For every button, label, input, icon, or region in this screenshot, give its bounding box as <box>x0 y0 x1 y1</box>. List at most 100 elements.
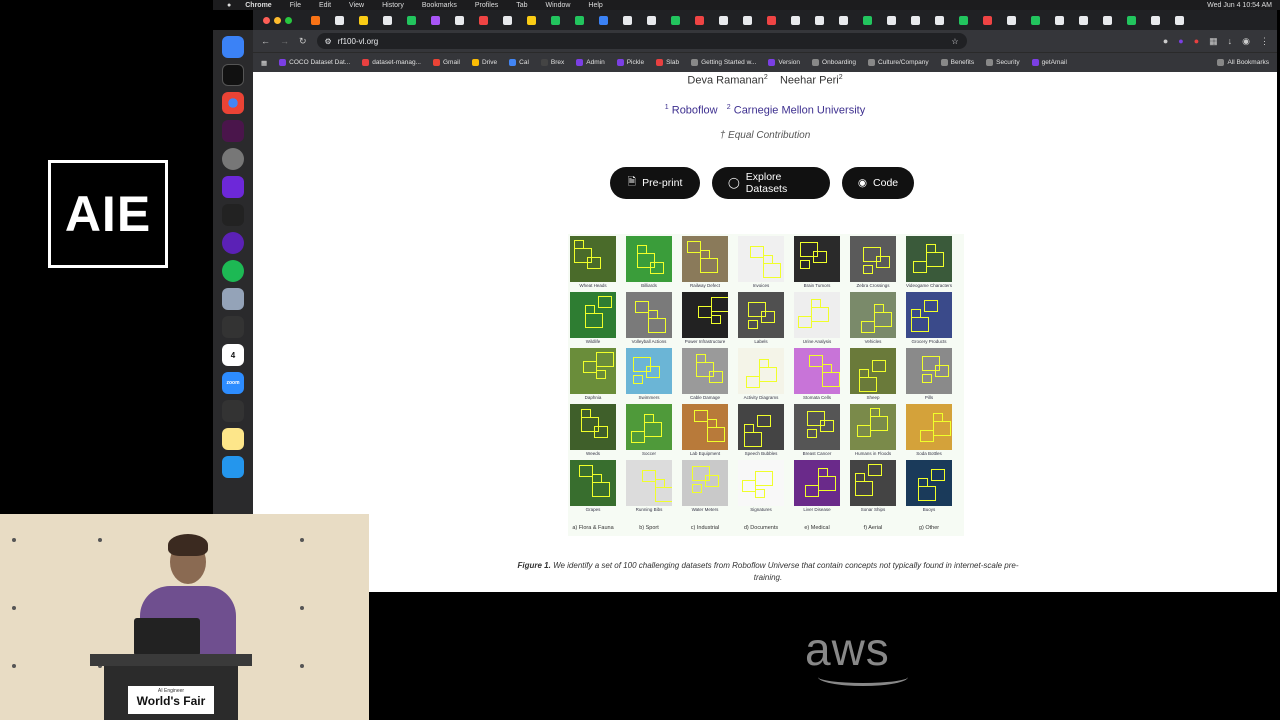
browser-tab[interactable] <box>666 13 684 27</box>
menu-bookmarks[interactable]: Bookmarks <box>422 2 457 9</box>
browser-tab[interactable] <box>906 13 924 27</box>
browser-tab[interactable] <box>570 13 588 27</box>
browser-tab[interactable] <box>1026 13 1044 27</box>
extension-icon[interactable]: ● <box>1163 36 1168 47</box>
browser-tab[interactable] <box>402 13 420 27</box>
browser-tab[interactable] <box>354 13 372 27</box>
browser-tab[interactable] <box>474 13 492 27</box>
browser-tab[interactable] <box>618 13 636 27</box>
affil-roboflow[interactable]: Roboflow <box>672 105 718 117</box>
browser-tab[interactable] <box>642 13 660 27</box>
preview-icon[interactable] <box>222 288 244 310</box>
browser-tab[interactable] <box>426 13 444 27</box>
bookmark-item[interactable]: dataset-manag... <box>362 59 421 66</box>
browser-tab[interactable] <box>1098 13 1116 27</box>
address-bar[interactable]: ⚙ rf100-vl.org ☆ <box>316 33 967 49</box>
menu-chrome[interactable]: Chrome <box>245 2 271 9</box>
browser-tab[interactable] <box>762 13 780 27</box>
browser-tab[interactable] <box>690 13 708 27</box>
browser-tab[interactable] <box>1146 13 1164 27</box>
app-violet-icon[interactable] <box>222 232 244 254</box>
menu-tab[interactable]: Tab <box>516 2 527 9</box>
bookmark-item[interactable]: Benefits <box>940 59 974 66</box>
explore-datasets-button[interactable]: ◯ Explore Datasets <box>712 167 830 199</box>
bookmark-item[interactable]: Culture/Company <box>868 59 929 66</box>
finder-icon[interactable] <box>222 36 244 58</box>
menu-help[interactable]: Help <box>588 2 602 9</box>
terminal-icon[interactable] <box>222 64 244 86</box>
menu-window[interactable]: Window <box>546 2 571 9</box>
site-info-icon[interactable]: ⚙ <box>325 37 332 46</box>
extension-icon[interactable]: ● <box>1178 36 1183 47</box>
maximize-window-icon[interactable] <box>285 16 292 24</box>
bookmark-item[interactable]: COCO Dataset Dat... <box>279 59 350 66</box>
app-purple-icon[interactable] <box>222 176 244 198</box>
browser-tab[interactable] <box>594 13 612 27</box>
extension-icon[interactable]: ● <box>1194 36 1199 47</box>
bookmark-item[interactable]: Cal <box>509 59 529 66</box>
all-bookmarks-link[interactable]: All Bookmarks <box>1217 59 1269 66</box>
browser-tab[interactable] <box>1074 13 1092 27</box>
puzzle-icon[interactable]: ▦ <box>1209 36 1218 47</box>
bookmark-item[interactable]: Drive <box>471 59 497 66</box>
zoom-icon[interactable]: zoom <box>222 372 244 394</box>
forward-icon[interactable]: → <box>280 36 289 46</box>
docker-icon[interactable] <box>222 456 244 478</box>
menu-view[interactable]: View <box>349 2 364 9</box>
bookmark-item[interactable]: getAmail <box>1031 59 1067 66</box>
browser-tab[interactable] <box>738 13 756 27</box>
bookmark-item[interactable]: Pickle <box>616 59 644 66</box>
bookmark-item[interactable]: Security <box>986 59 1020 66</box>
browser-tab[interactable] <box>786 13 804 27</box>
browser-tab[interactable] <box>522 13 540 27</box>
browser-tab[interactable] <box>546 13 564 27</box>
apple-icon[interactable]: ● <box>227 2 231 9</box>
star-icon[interactable]: ☆ <box>951 37 958 46</box>
close-window-icon[interactable] <box>263 16 270 24</box>
browser-tab[interactable] <box>978 13 996 27</box>
notes-icon[interactable] <box>222 428 244 450</box>
minimize-window-icon[interactable] <box>274 16 281 24</box>
slack-icon[interactable] <box>222 120 244 142</box>
menu-edit[interactable]: Edit <box>319 2 331 9</box>
browser-tab[interactable] <box>306 13 324 27</box>
menu-kebab-icon[interactable]: ⋮ <box>1260 36 1269 47</box>
browser-tab[interactable] <box>1002 13 1020 27</box>
browser-tab[interactable] <box>882 13 900 27</box>
browser-tab[interactable] <box>1122 13 1140 27</box>
code-button[interactable]: ◉ Code <box>842 167 914 199</box>
bookmark-item[interactable]: Slab <box>656 59 679 66</box>
bookmark-item[interactable]: Getting Started w... <box>691 59 756 66</box>
apps-icon[interactable]: ▦ <box>261 59 267 67</box>
bookmark-item[interactable]: Brex <box>540 59 564 66</box>
browser-tab[interactable] <box>1170 13 1188 27</box>
browser-tab[interactable] <box>1050 13 1068 27</box>
back-icon[interactable]: ← <box>261 36 270 46</box>
bookmark-item[interactable]: Onboarding <box>812 59 856 66</box>
app-dark-icon[interactable] <box>222 316 244 338</box>
browser-tab[interactable] <box>330 13 348 27</box>
affil-cmu[interactable]: Carnegie Mellon University <box>734 105 865 117</box>
bookmark-item[interactable]: Admin <box>576 59 605 66</box>
bookmark-item[interactable]: Gmail <box>432 59 460 66</box>
menu-profiles[interactable]: Profiles <box>475 2 498 9</box>
browser-tab[interactable] <box>954 13 972 27</box>
browser-tab[interactable] <box>930 13 948 27</box>
browser-tab[interactable] <box>714 13 732 27</box>
download-icon[interactable]: ↓ <box>1228 36 1233 47</box>
spotify-icon[interactable] <box>222 260 244 282</box>
calendar-icon[interactable]: 4 <box>222 344 244 366</box>
menu-file[interactable]: File <box>290 2 301 9</box>
browser-tab[interactable] <box>858 13 876 27</box>
settings-icon[interactable] <box>222 148 244 170</box>
bookmark-item[interactable]: Version <box>768 59 800 66</box>
browser-tab[interactable] <box>498 13 516 27</box>
menu-history[interactable]: History <box>382 2 404 9</box>
calculator-icon[interactable] <box>222 400 244 422</box>
preprint-button[interactable]: 🗎 Pre-print <box>610 167 700 199</box>
chrome-icon[interactable] <box>222 92 244 114</box>
cursor-icon[interactable] <box>222 204 244 226</box>
browser-tab[interactable] <box>810 13 828 27</box>
browser-tab[interactable] <box>378 13 396 27</box>
browser-tab[interactable] <box>450 13 468 27</box>
